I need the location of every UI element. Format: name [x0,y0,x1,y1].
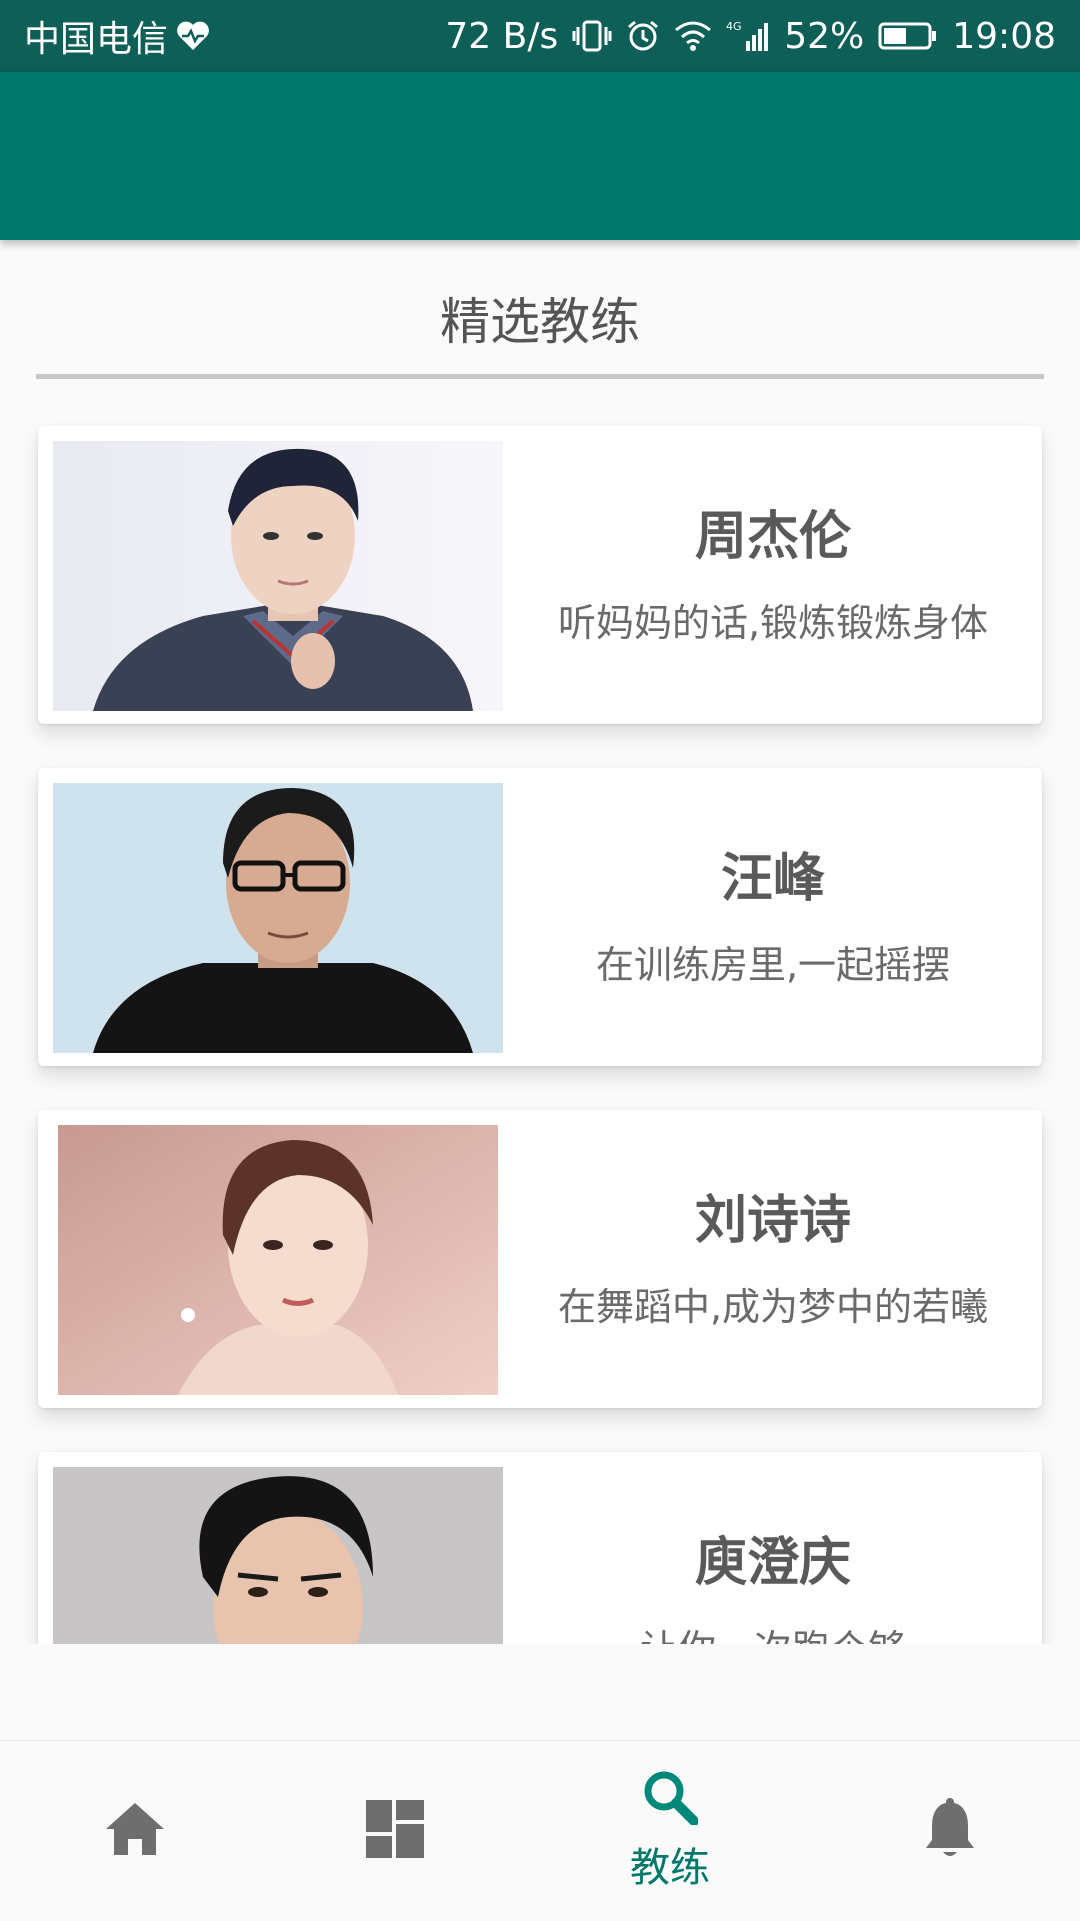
coach-name: 周杰伦 [694,507,851,567]
coach-motto: 在训练房里,一起摇摆 [595,943,951,987]
coach-name: 汪峰 [720,849,825,909]
battery-icon [878,21,938,51]
section-title: 精选教练 [440,293,640,351]
vibrate-icon [572,19,612,53]
nav-coach-label: 教练 [630,1845,710,1891]
wifi-icon [674,20,712,52]
nav-coach[interactable]: 教练 [535,1741,805,1921]
nav-home[interactable] [0,1741,270,1921]
battery-percent: 52% [784,15,865,57]
heart-monitor-icon [176,20,210,52]
signal-icon: 4G [726,19,770,53]
alarm-icon [626,19,660,53]
search-icon [642,1769,699,1829]
dashboard-icon [366,1800,424,1862]
carrier-label: 中国电信 [24,19,169,60]
coach-motto: 听妈妈的话,锻炼锻炼身体 [557,601,989,645]
coach-card[interactable]: 庾澄庆 让你一次跑个够 [38,1452,1042,1644]
coach-photo [53,441,503,711]
clock-time: 19:08 [952,15,1056,57]
coach-motto: 让你一次跑个够 [518,1618,1028,1644]
coach-card[interactable]: 周杰伦 听妈妈的话,锻炼锻炼身体 [38,426,1042,724]
nav-notifications[interactable] [815,1741,1080,1921]
network-type: 4G [726,20,742,33]
coach-name: 庾澄庆 [694,1533,851,1593]
coach-motto: 在舞蹈中,成为梦中的若曦 [557,1285,989,1329]
coach-card[interactable]: 汪峰 在训练房里,一起摇摆 [38,768,1042,1066]
status-bar: 中国电信 72 B/s 4G 52% 19:08 [0,0,1080,72]
coach-photo [53,783,503,1053]
coach-photo [53,1467,503,1644]
bell-icon [924,1798,976,1864]
bottom-nav: 教练 [0,1740,1080,1921]
app-bar [0,72,1080,240]
coach-info: 庾澄庆 让你一次跑个够 [518,1452,1028,1644]
home-icon [104,1801,166,1861]
coach-info: 刘诗诗 在舞蹈中,成为梦中的若曦 [518,1110,1028,1408]
coach-name: 刘诗诗 [694,1191,851,1251]
nav-dashboard[interactable] [260,1741,530,1921]
coach-list[interactable]: 周杰伦 听妈妈的话,锻炼锻炼身体 汪峰 在训练房里,一起摇摆 刘诗诗 在舞蹈中,… [0,400,1080,1644]
coach-info: 周杰伦 听妈妈的话,锻炼锻炼身体 [518,426,1028,724]
network-speed: 72 B/s [445,15,559,57]
coach-card[interactable]: 刘诗诗 在舞蹈中,成为梦中的若曦 [38,1110,1042,1408]
section-divider [36,374,1044,379]
coach-info: 汪峰 在训练房里,一起摇摆 [518,768,1028,1066]
coach-photo [58,1125,498,1395]
